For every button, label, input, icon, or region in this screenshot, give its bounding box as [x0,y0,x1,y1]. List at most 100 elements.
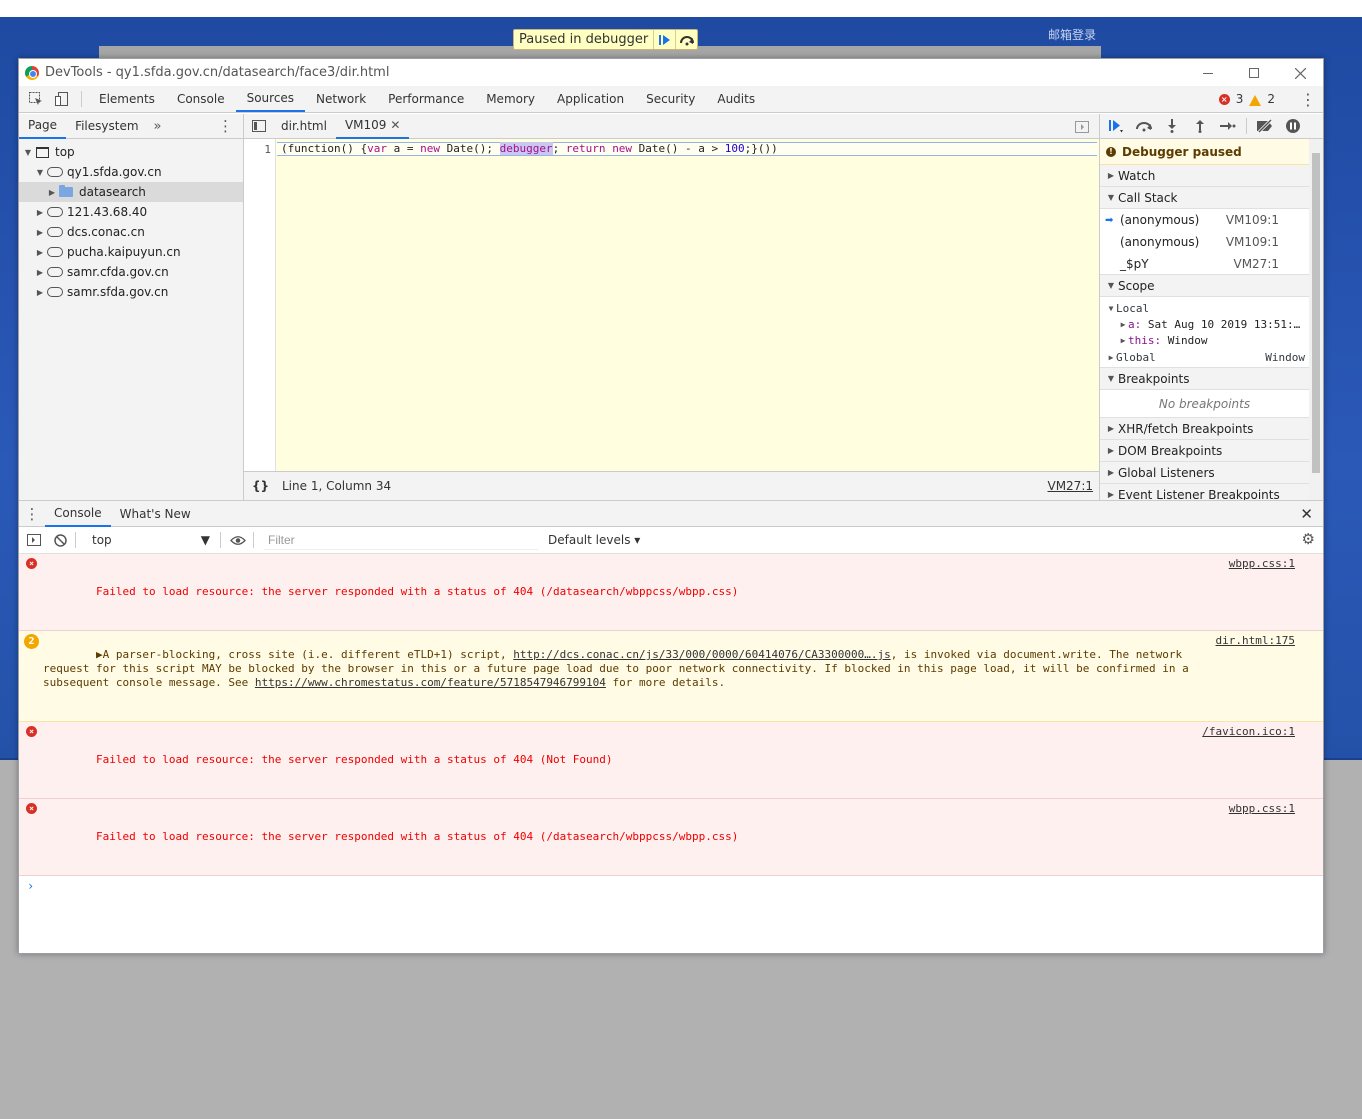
page-top-strip [0,0,1362,17]
step-over-button[interactable] [1134,116,1154,136]
script-url-link[interactable]: http://dcs.conac.cn/js/33/000/0000/60414… [513,648,891,661]
tree-item-origin[interactable]: ▶ samr.sfda.gov.cn [19,282,243,302]
step-into-button[interactable] [1162,116,1182,136]
tab-whats-new[interactable]: What's New [111,501,200,527]
console-warning-message[interactable]: 2 ▶A parser-blocking, cross site (i.e. di… [19,631,1323,722]
tree-item-top[interactable]: ▼ top [19,142,243,162]
console-prompt[interactable]: › [19,876,1323,896]
call-frame[interactable]: ➡ (anonymous) VM109:1 [1100,209,1309,231]
tab-elements[interactable]: Elements [88,86,166,112]
inspect-element-button[interactable] [23,86,49,112]
live-expression-button[interactable] [225,527,251,553]
console-filter-input[interactable] [264,530,538,550]
tree-item-origin[interactable]: ▶ samr.cfda.gov.cn [19,262,243,282]
call-stack-section-header[interactable]: ▼ Call Stack [1100,187,1309,209]
tab-sources[interactable]: Sources [235,86,306,112]
tab-filesystem[interactable]: Filesystem [66,114,147,139]
toggle-navigator-button[interactable] [246,113,272,139]
call-frame[interactable]: (anonymous) VM109:1 [1100,231,1309,253]
section-title: XHR/fetch Breakpoints [1118,421,1254,436]
section-title: DOM Breakpoints [1118,443,1223,458]
tree-item-label: qy1.sfda.gov.cn [67,165,162,179]
global-listeners-section-header[interactable]: ▶ Global Listeners [1100,462,1309,484]
step-out-button[interactable] [1190,116,1210,136]
minimize-button[interactable] [1193,63,1223,83]
email-login-link[interactable]: 邮箱登录 [1048,26,1096,43]
dom-breakpoints-section-header[interactable]: ▶ DOM Breakpoints [1100,440,1309,462]
close-drawer-icon[interactable]: ✕ [1300,505,1313,523]
tree-item-origin[interactable]: ▼ qy1.sfda.gov.cn [19,162,243,182]
scope-section-header[interactable]: ▼ Scope [1100,275,1309,297]
scope-property[interactable]: ▶ this: Window [1100,332,1309,348]
scope-property[interactable]: ▶ a: Sat Aug 10 2019 13:51:… [1100,316,1309,332]
scope-global[interactable]: ▶ Global Window [1100,348,1309,368]
line-gutter[interactable]: 1 [244,139,276,471]
sidebar-scrollbar[interactable] [1309,139,1323,500]
breakpoints-section-header[interactable]: ▼ Breakpoints [1100,368,1309,390]
toggle-debugger-button[interactable] [1069,114,1095,140]
message-text: ▶A parser-blocking, cross site (i.e. dif… [95,648,514,661]
message-source-link[interactable]: wbpp.css:1 [1229,802,1295,816]
context-selector[interactable]: top ▼ [86,530,216,550]
tab-security[interactable]: Security [635,86,706,112]
message-text: Failed to load resource: the server resp… [95,753,613,766]
chromestatus-link[interactable]: https://www.chromestatus.com/feature/571… [255,676,606,689]
scrollbar-thumb[interactable] [1312,153,1320,473]
device-toolbar-button[interactable] [49,86,75,112]
tab-drawer-console[interactable]: Console [45,501,111,527]
collapse-triangle-icon: ▶ [1107,171,1115,180]
tab-performance[interactable]: Performance [377,86,475,112]
tree-item-origin[interactable]: ▶ pucha.kaipuyun.cn [19,242,243,262]
tree-item-origin[interactable]: ▶ dcs.conac.cn [19,222,243,242]
pause-on-exceptions-button[interactable] [1283,116,1303,136]
event-listener-breakpoints-section-header[interactable]: ▶ Event Listener Breakpoints [1100,484,1309,500]
paused-code-line[interactable]: (function() {var a = new Date(); debugge… [277,142,1097,156]
show-console-sidebar-button[interactable] [21,527,47,553]
message-source-link[interactable]: wbpp.css:1 [1229,557,1295,571]
gear-icon[interactable]: ⚙ [1302,530,1315,548]
tab-page[interactable]: Page [19,114,67,139]
tab-vm109[interactable]: VM109 ✕ [335,114,410,139]
more-tabs-icon[interactable]: » [148,119,168,134]
source-map-link[interactable]: VM27:1 [1047,479,1093,493]
frame-location: VM27:1 [1233,256,1279,271]
xhr-breakpoints-section-header[interactable]: ▶ XHR/fetch Breakpoints [1100,418,1309,440]
close-tab-icon[interactable]: ✕ [390,118,400,132]
overlay-resume-button[interactable] [653,30,675,49]
message-source-link[interactable]: dir.html:175 [1216,634,1295,648]
call-frame[interactable]: _$pY VM27:1 [1100,253,1309,275]
log-levels-dropdown[interactable]: Default levels ▾ [548,533,640,547]
clear-icon [53,533,67,547]
navigator-menu-icon[interactable]: ⋮ [218,114,233,139]
overlay-step-over-button[interactable] [675,30,697,49]
pretty-print-button[interactable]: {} [252,479,272,493]
code-area[interactable]: 1 (function() {var a = new Date(); debug… [244,139,1099,472]
watch-section-header[interactable]: ▶ Watch [1100,165,1309,187]
devtools-window: DevTools - qy1.sfda.gov.cn/datasearch/fa… [18,58,1324,954]
step-button[interactable] [1218,116,1238,136]
tab-console[interactable]: Console [166,86,236,112]
drawer-menu-icon[interactable]: ⋮ [19,505,45,523]
collapse-triangle-icon: ▶ [1108,353,1114,362]
tab-dir-html[interactable]: dir.html [272,114,336,139]
tree-item-origin[interactable]: ▶ 121.43.68.40 [19,202,243,222]
clear-console-button[interactable] [47,527,73,553]
close-window-button[interactable] [1285,63,1315,83]
message-source-link[interactable]: /favicon.ico:1 [1202,725,1295,739]
code-token: new [612,142,633,155]
tree-item-folder[interactable]: ▶ datasearch [19,182,243,202]
scope-local[interactable]: ▼ Local [1100,300,1309,316]
console-error-message: × Failed to load resource: the server re… [19,554,1323,631]
more-options-icon[interactable]: ⋮ [1300,86,1316,112]
tab-audits[interactable]: Audits [706,86,766,112]
deactivate-breakpoints-button[interactable] [1255,116,1275,136]
tab-network[interactable]: Network [305,86,377,112]
tab-memory[interactable]: Memory [475,86,546,112]
maximize-button[interactable] [1239,63,1269,83]
tree-item-label: 121.43.68.40 [67,205,148,219]
issue-counter[interactable]: × 3 2 [1218,86,1275,112]
resume-button[interactable] [1106,116,1126,136]
tab-application[interactable]: Application [546,86,635,112]
no-breakpoints-note: No breakpoints [1100,390,1309,418]
property-value: Window [1167,333,1208,347]
